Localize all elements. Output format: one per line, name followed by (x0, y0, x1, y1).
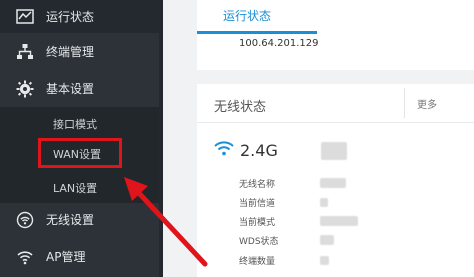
ap-wifi-icon (17, 251, 33, 265)
blurred-value (320, 198, 328, 207)
row-label-mode: 当前模式 (239, 218, 276, 228)
sidebar-item-ap-management[interactable]: AP管理 (0, 240, 163, 273)
submenu-item-interface-mode[interactable]: 接口模式 (53, 116, 97, 132)
sidebar-item-status[interactable]: 运行状态 (0, 0, 163, 33)
wireless-status-title: 无线状态 (214, 100, 267, 115)
row-label-clients: 终端数量 (239, 257, 276, 267)
row-label-wds: WDS状态 (239, 237, 279, 247)
wifi-signal-icon (214, 141, 234, 156)
tab-underline (197, 31, 317, 34)
ip-address-value: 100.64.201.129 (239, 38, 319, 49)
row-label-ssid: 无线名称 (239, 180, 276, 190)
blurred-value (320, 216, 358, 226)
tab-run-status[interactable]: 运行状态 (223, 7, 271, 24)
main-content: 运行状态 100.64.201.129 无线状态 更多 2.4G 无线名称 当前… (163, 0, 474, 277)
sidebar-item-basic-settings[interactable]: 基本设置 (0, 72, 163, 105)
submenu-item-lan[interactable]: LAN设置 (53, 180, 97, 196)
card-header-divider (197, 122, 474, 123)
band-label: 2.4G (240, 141, 278, 160)
sidebar-item-label: 基本设置 (46, 82, 95, 96)
sidebar-item-label: 运行状态 (46, 10, 95, 24)
wan-highlight-box (38, 138, 122, 168)
sidebar-item-terminal[interactable]: 终端管理 (0, 35, 163, 68)
more-link[interactable]: 更多 (417, 96, 437, 111)
sidebar-item-label: 终端管理 (46, 45, 95, 59)
sidebar: 运行状态 终端管理 基本设置 接口模式 WAN设置 LAN设置 无线设置 AP管… (0, 0, 163, 277)
wifi-icon (16, 211, 34, 229)
row-label-channel: 当前信道 (239, 199, 276, 209)
blurred-value (320, 178, 346, 188)
sidebar-item-wireless[interactable]: 无线设置 (0, 203, 163, 236)
status-chart-icon (16, 9, 34, 24)
blurred-value (320, 235, 334, 245)
blurred-value (321, 142, 347, 160)
blurred-value (320, 256, 329, 265)
status-header-card: 运行状态 100.64.201.129 (197, 0, 474, 70)
more-separator (404, 88, 405, 118)
sidebar-item-label: 无线设置 (46, 213, 95, 227)
gear-icon (16, 80, 34, 98)
network-tree-icon (17, 44, 33, 59)
sidebar-item-label: AP管理 (46, 250, 86, 264)
wireless-status-card: 无线状态 更多 2.4G 无线名称 当前信道 当前模式 WDS状态 终端数量 (197, 84, 474, 277)
